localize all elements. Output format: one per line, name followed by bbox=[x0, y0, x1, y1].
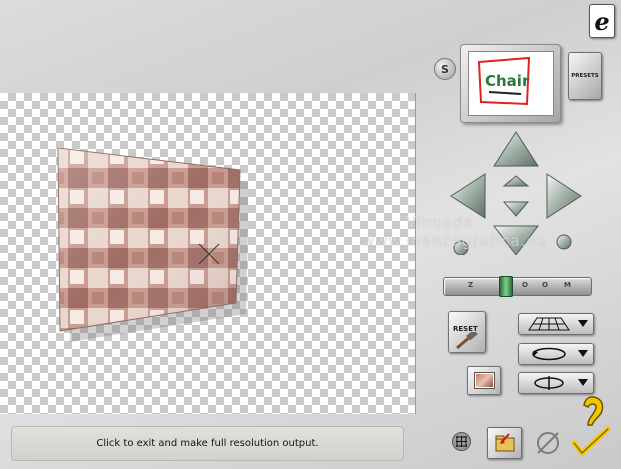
filter-logo-icon[interactable]: e bbox=[589, 4, 615, 38]
image-thumbnail bbox=[474, 372, 495, 389]
zoom-letter-4: M bbox=[564, 281, 571, 289]
arrow-left-icon[interactable] bbox=[450, 173, 486, 219]
zoom-slider[interactable]: Z O O M bbox=[443, 277, 592, 296]
open-folder-button[interactable] bbox=[487, 427, 522, 459]
s-button[interactable]: S bbox=[434, 58, 456, 80]
chevron-down-icon bbox=[578, 320, 588, 327]
rotate-left-icon[interactable] bbox=[453, 240, 469, 255]
reset-button[interactable]: RESET bbox=[448, 311, 486, 353]
zoom-letter-1: Z bbox=[468, 281, 474, 289]
presets-label: PRESETS bbox=[571, 73, 599, 79]
spin-axis-icon bbox=[534, 376, 564, 390]
perspective-dropdown[interactable] bbox=[518, 313, 594, 335]
preset-thumbnail: Chair bbox=[468, 51, 554, 116]
grid-icon[interactable] bbox=[452, 432, 471, 451]
preset-preview[interactable]: Chair bbox=[460, 44, 561, 123]
ok-checkmark-icon[interactable] bbox=[570, 395, 614, 459]
arrow-up-icon[interactable] bbox=[493, 131, 539, 167]
small-down-icon[interactable] bbox=[502, 201, 530, 217]
navigation-pad bbox=[450, 131, 582, 255]
s-label: S bbox=[441, 62, 449, 76]
arrow-down-icon[interactable] bbox=[492, 225, 540, 255]
preview-text: Chair bbox=[485, 72, 530, 90]
zoom-letter-3: O bbox=[542, 281, 548, 289]
rotate-right-icon[interactable] bbox=[556, 234, 572, 250]
image-canvas[interactable] bbox=[0, 93, 416, 414]
arrow-right-icon[interactable] bbox=[546, 173, 582, 219]
cancel-icon[interactable] bbox=[534, 429, 562, 457]
perspective-grid-icon bbox=[528, 317, 570, 331]
spin-dropdown[interactable] bbox=[518, 372, 594, 394]
image-thumbnail-button[interactable] bbox=[467, 366, 501, 395]
status-bar[interactable]: Click to exit and make full resolution o… bbox=[11, 426, 404, 461]
zoom-slider-handle[interactable] bbox=[499, 276, 513, 297]
status-message: Click to exit and make full resolution o… bbox=[96, 438, 319, 449]
crosshair-icon bbox=[198, 243, 220, 265]
chevron-down-icon bbox=[578, 379, 588, 386]
small-up-icon[interactable] bbox=[502, 175, 530, 187]
rotation-dropdown[interactable] bbox=[518, 343, 594, 365]
folder-icon bbox=[495, 433, 515, 452]
rotate-ellipse-icon bbox=[532, 347, 566, 361]
presets-button[interactable]: PRESETS bbox=[568, 52, 602, 100]
zoom-letter-2: O bbox=[522, 281, 528, 289]
logo-glyph: e bbox=[594, 6, 610, 36]
chevron-down-icon bbox=[578, 350, 588, 357]
hammer-icon bbox=[456, 332, 478, 350]
